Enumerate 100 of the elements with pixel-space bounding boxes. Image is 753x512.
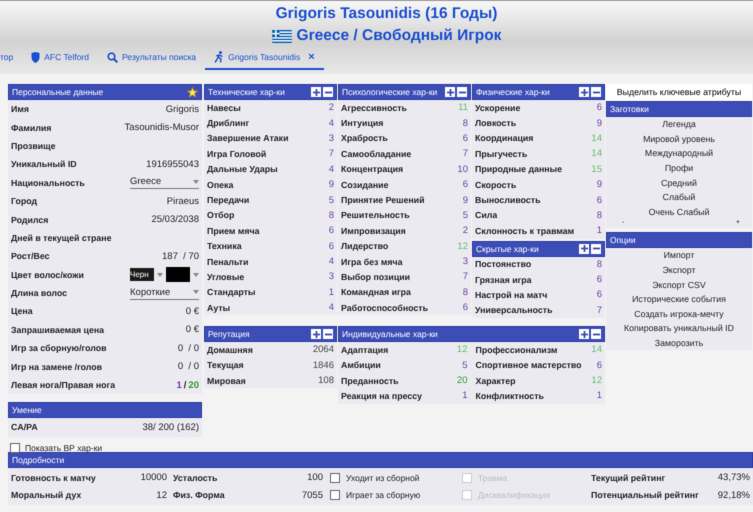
attribute-label: Принятие Решений bbox=[341, 195, 424, 206]
field-value: Piraeus bbox=[166, 196, 199, 207]
tab[interactable]: Результаты поиска bbox=[98, 51, 206, 70]
attribute-label: Профессионализм bbox=[476, 344, 558, 355]
attribute-label: Завершение Атаки bbox=[207, 133, 288, 144]
detail-label: Моральный дух bbox=[11, 490, 82, 500]
expand-button[interactable] bbox=[579, 244, 589, 254]
attribute-value: 3 bbox=[462, 256, 468, 268]
plus-icon bbox=[446, 88, 454, 96]
preset-option[interactable]: Очень Слабый bbox=[606, 204, 752, 220]
attribute-label: Спортивное мастерство bbox=[476, 360, 582, 370]
attribute-label: Конфликтность bbox=[476, 390, 544, 401]
hair-color-dropdown[interactable]: Черн bbox=[130, 268, 154, 282]
caret-icon bbox=[157, 272, 163, 277]
attribute-value: 2 bbox=[328, 102, 334, 114]
attribute-label: Навесы bbox=[207, 102, 241, 113]
menu-option[interactable]: Создать игрока-мечту bbox=[606, 306, 752, 322]
attribute-value: 6 bbox=[596, 194, 602, 206]
attribute-label: Игра без мяча bbox=[341, 256, 402, 267]
panel-title: Опции bbox=[610, 235, 636, 246]
menu-option[interactable]: Экспорт CSV bbox=[606, 277, 752, 292]
attribute-label: Ловкость bbox=[475, 118, 516, 128]
collapse-button[interactable] bbox=[323, 329, 333, 340]
attribute-value: 12 bbox=[457, 240, 468, 252]
menu-option[interactable]: Экспорт bbox=[606, 262, 752, 278]
checkbox[interactable]: Играет за сборную bbox=[330, 487, 462, 503]
plus-icon bbox=[312, 330, 320, 339]
tab[interactable]: AFC Telford bbox=[22, 51, 98, 70]
preset-option[interactable]: Мировой уровень bbox=[606, 132, 752, 146]
field-label: Дней в текущей стране bbox=[11, 232, 112, 243]
expand-button[interactable] bbox=[579, 87, 589, 97]
menu-option[interactable]: Копировать уникальный ID bbox=[606, 321, 752, 336]
attribute-label: Дальные Удары bbox=[207, 164, 278, 174]
tab[interactable]: тор bbox=[0, 51, 22, 70]
expand-button[interactable] bbox=[311, 329, 321, 340]
detail-value: 43,73% bbox=[718, 472, 750, 484]
collapse-button[interactable] bbox=[591, 87, 601, 97]
preset-option[interactable]: Слабый bbox=[606, 190, 752, 205]
field-label: Длина волос bbox=[11, 288, 67, 298]
field-label: Фамилия bbox=[11, 122, 52, 133]
attribute-label: Координация bbox=[475, 133, 534, 144]
attribute-value: 8 bbox=[328, 210, 334, 221]
expand-button[interactable] bbox=[311, 87, 321, 97]
attribute-value: 8 bbox=[596, 210, 602, 221]
attribute-value: 12 bbox=[591, 375, 602, 386]
collapse-button[interactable] bbox=[591, 244, 601, 254]
attribute-value: 7 bbox=[328, 148, 334, 160]
field-label: Игр на замене /голов bbox=[11, 362, 102, 372]
checkbox[interactable]: Уходит из сборной bbox=[330, 470, 462, 486]
detail-value: 100 bbox=[307, 472, 323, 484]
preset-option[interactable]: Средний bbox=[606, 175, 752, 190]
field-value: 187 / 70 bbox=[162, 250, 199, 262]
attribute-value: 2 bbox=[462, 225, 468, 236]
left-foot-value: 1 bbox=[176, 380, 182, 391]
close-tab-button[interactable]: × bbox=[308, 51, 315, 63]
preset-option[interactable]: Международный bbox=[606, 146, 752, 161]
attribute-value: 5 bbox=[328, 194, 334, 206]
attribute-label: Постоянство bbox=[475, 259, 532, 270]
collapse-button[interactable] bbox=[591, 329, 601, 340]
attribute-label: Домашняя bbox=[207, 344, 253, 355]
attribute-value: 6 bbox=[596, 360, 602, 371]
attribute-label: Реакция на прессу bbox=[341, 390, 422, 401]
field-value: 0 € bbox=[186, 324, 199, 336]
attribute-value: 5 bbox=[462, 360, 468, 371]
plus-icon bbox=[312, 88, 320, 96]
field-label: Национальность bbox=[11, 178, 85, 188]
expand-button[interactable] bbox=[579, 329, 589, 340]
attribute-label: Дриблинг bbox=[207, 118, 250, 128]
expand-button[interactable] bbox=[445, 87, 455, 97]
preset-option[interactable]: Легенда bbox=[606, 117, 752, 132]
attribute-label: Интуиция bbox=[341, 118, 384, 128]
show-bp-checkbox[interactable]: Показать ВР хар-ки bbox=[10, 442, 202, 453]
attribute-label: Решительность bbox=[341, 210, 410, 220]
dropdown[interactable]: Greece bbox=[130, 176, 199, 190]
detail-value: 92,18% bbox=[718, 490, 750, 501]
collapse-button[interactable] bbox=[457, 87, 467, 97]
panel-title: Технические хар-ки bbox=[208, 87, 285, 97]
field-label: Запрашиваемая цена bbox=[11, 324, 104, 335]
star-icon[interactable] bbox=[187, 86, 198, 98]
attribute-label: Преданность bbox=[341, 376, 399, 386]
tab[interactable]: Grigoris Tasounidis × bbox=[205, 51, 324, 70]
menu-option[interactable]: Заморозить bbox=[606, 336, 752, 350]
menu-option[interactable]: Исторические события bbox=[606, 292, 752, 307]
detail-value: 7055 bbox=[302, 490, 323, 501]
attribute-label: Пенальти bbox=[207, 256, 248, 267]
shield-icon bbox=[31, 52, 40, 62]
attribute-value: 7 bbox=[462, 271, 468, 282]
panel-title: Умение bbox=[12, 405, 42, 416]
attribute-label: Прыгучесть bbox=[475, 148, 528, 159]
skin-color-swatch[interactable] bbox=[166, 267, 190, 282]
menu-option[interactable]: Импорт bbox=[606, 248, 752, 263]
attribute-label: Адаптация bbox=[341, 344, 388, 355]
attribute-label: Выносливость bbox=[475, 195, 540, 206]
panel-title: Репутация bbox=[208, 329, 250, 340]
attribute-value: 3 bbox=[328, 132, 334, 144]
preset-option[interactable]: Профи bbox=[606, 160, 752, 176]
dropdown[interactable]: Короткие bbox=[130, 286, 199, 300]
collapse-button[interactable] bbox=[323, 87, 333, 97]
field-label: Левая нога/Правая нога bbox=[11, 380, 116, 390]
highlight-attributes-button[interactable]: Выделить ключевые атрибуты bbox=[606, 84, 752, 101]
